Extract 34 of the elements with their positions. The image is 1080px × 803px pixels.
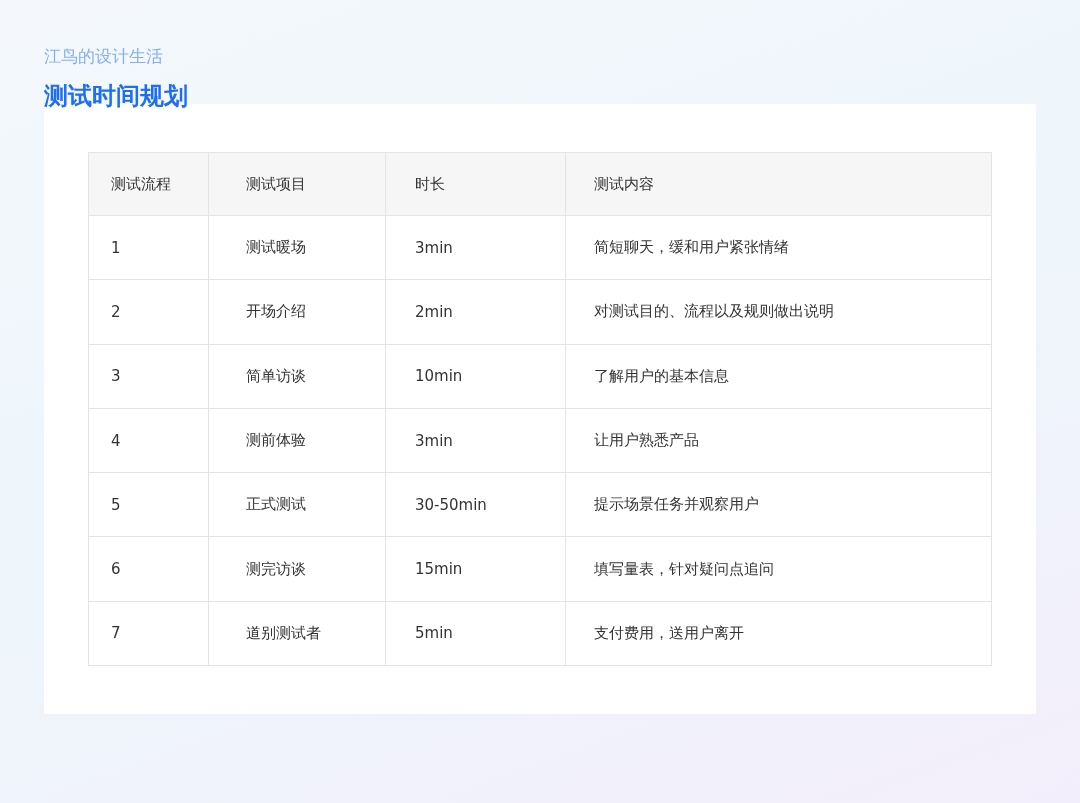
table-cell: 简短聊天，缓和用户紧张情绪: [565, 215, 992, 280]
column-header: 测试内容: [565, 152, 992, 216]
table-cell: 1: [88, 215, 209, 280]
table-cell: 4: [88, 408, 209, 473]
column-header: 测试项目: [208, 152, 386, 216]
table-cell: 开场介绍: [208, 279, 386, 345]
table-cell: 15min: [385, 537, 566, 602]
column-header: 时长: [385, 152, 566, 216]
table-cell: 对测试目的、流程以及规则做出说明: [565, 279, 992, 345]
table-cell: 30-50min: [385, 472, 566, 537]
table-cell: 5: [88, 472, 209, 537]
table-cell: 7: [88, 601, 209, 666]
table-cell: 测前体验: [208, 408, 386, 473]
table-cell: 道别测试者: [208, 601, 386, 666]
table-cell: 简单访谈: [208, 344, 386, 409]
table-cell: 了解用户的基本信息: [565, 344, 992, 409]
table-cell: 支付费用，送用户离开: [565, 601, 992, 666]
table-cell: 正式测试: [208, 472, 386, 537]
table-cell: 2: [88, 279, 209, 345]
column-header: 测试流程: [88, 152, 209, 216]
table-cell: 让用户熟悉产品: [565, 408, 992, 473]
table-cell: 10min: [385, 344, 566, 409]
subtitle: 江鸟的设计生活: [44, 45, 163, 68]
table-cell: 测试暖场: [208, 215, 386, 280]
table-cell: 3min: [385, 215, 566, 280]
table-cell: 2min: [385, 279, 566, 345]
table-cell: 5min: [385, 601, 566, 666]
table-cell: 6: [88, 537, 209, 602]
table-cell: 3: [88, 344, 209, 409]
table-cell: 3min: [385, 408, 566, 473]
table-cell: 填写量表，针对疑问点追问: [565, 537, 992, 602]
page-title: 测试时间规划: [44, 81, 188, 112]
table-cell: 测完访谈: [208, 537, 386, 602]
table-cell: 提示场景任务并观察用户: [565, 472, 992, 537]
